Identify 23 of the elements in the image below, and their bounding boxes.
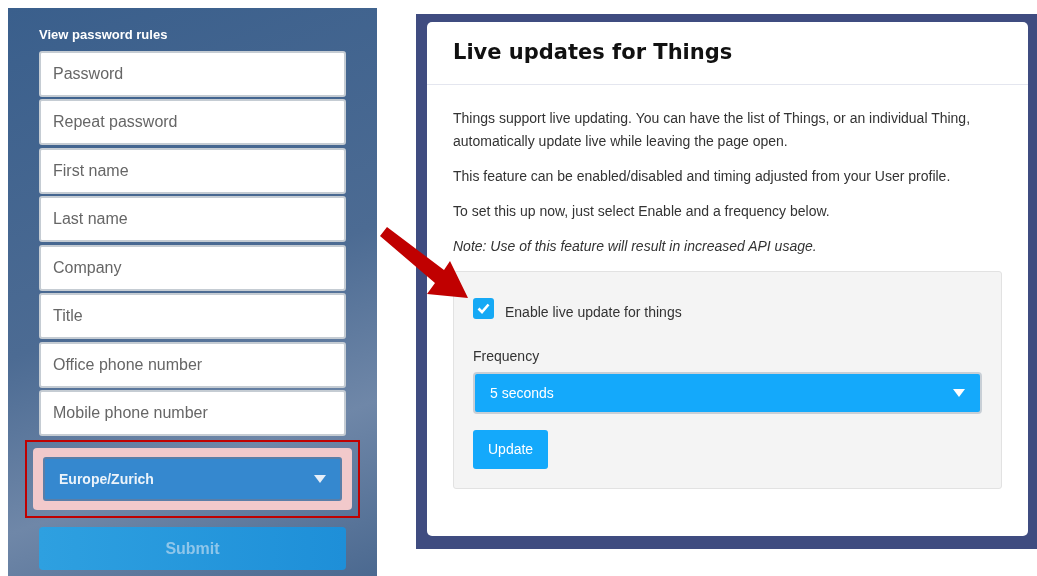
- text-field[interactable]: Password: [39, 50, 346, 97]
- text-field[interactable]: Company: [39, 244, 346, 291]
- dialog-title: Live updates for Things: [453, 39, 733, 67]
- dialog-paragraph: Things support live updating. You can have the list of Things, or an individual Thing, automatically update live while leaving the page open.: [453, 109, 972, 151]
- caret-icon: [314, 475, 326, 483]
- frequency-label: Frequency: [473, 347, 540, 366]
- check-icon: [477, 303, 490, 314]
- update-button[interactable]: Update: [473, 430, 549, 469]
- dialog-paragraph: This feature can be enabled/disabled and timing adjusted from your User profile.: [453, 167, 952, 186]
- timezone-select[interactable]: Europe/Zurich: [43, 457, 342, 501]
- caret-icon: [953, 389, 965, 397]
- password-rules-link[interactable]: View password rules: [39, 25, 168, 45]
- text-field[interactable]: Office phone number: [39, 341, 346, 388]
- text-field[interactable]: Repeat password: [39, 99, 346, 145]
- checkbox-label: Enable live update for things: [505, 303, 682, 322]
- text-field[interactable]: First name: [39, 147, 346, 194]
- frequency-select[interactable]: 5 seconds: [473, 372, 982, 414]
- text-field[interactable]: Title: [39, 293, 346, 339]
- text-field[interactable]: Mobile phone number: [39, 390, 346, 436]
- dialog-paragraph: To set this up now, just select Enable and a frequency below.: [453, 202, 831, 221]
- text-field[interactable]: Last name: [39, 196, 346, 242]
- checkbox[interactable]: [473, 298, 494, 319]
- dialog-paragraph: Note: Use of this feature will result in increased API usage.: [453, 237, 818, 256]
